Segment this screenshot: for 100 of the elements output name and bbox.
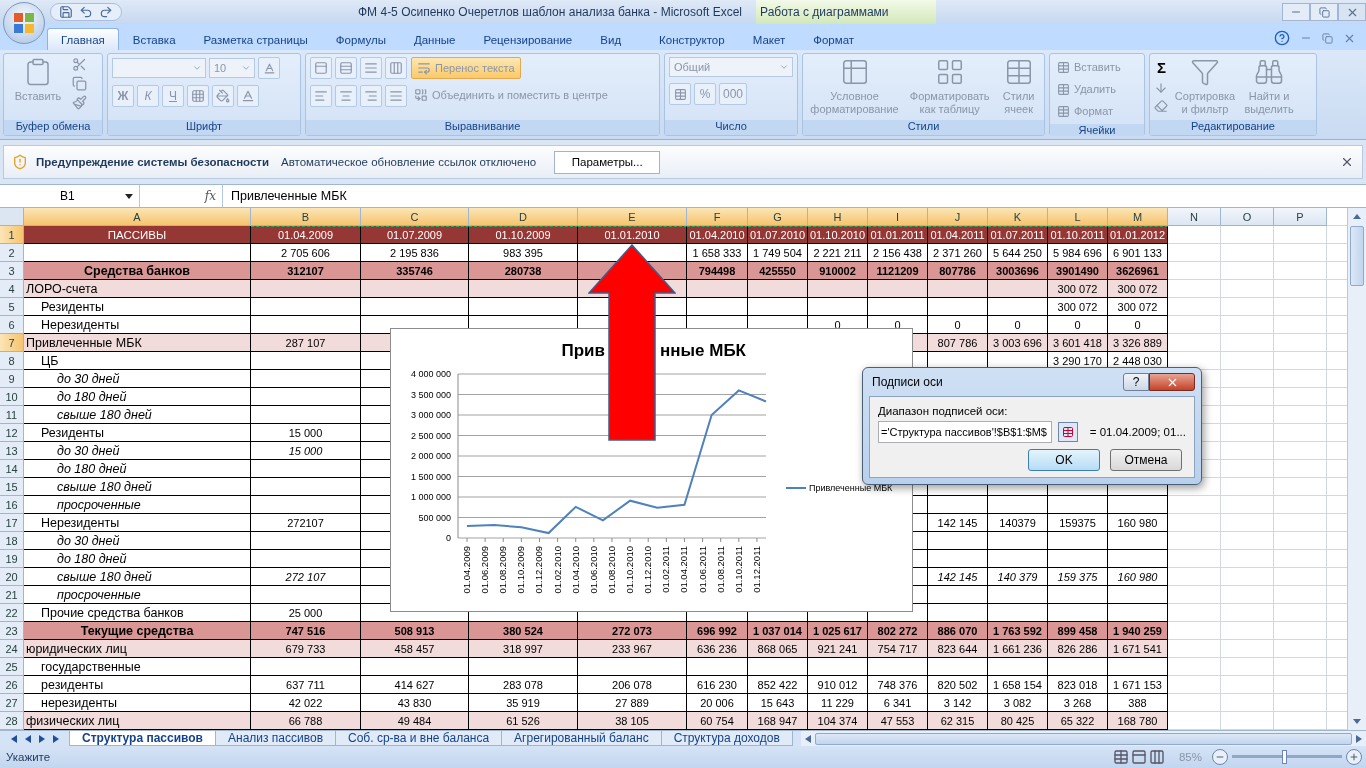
- dialog-button[interactable]: Отмена: [1110, 449, 1182, 471]
- row-header[interactable]: 12: [0, 424, 24, 442]
- vertical-scrollbar[interactable]: [1347, 208, 1366, 730]
- select-all-button[interactable]: [0, 208, 24, 226]
- row-header[interactable]: 16: [0, 496, 24, 514]
- ribbon-tab[interactable]: Макет: [738, 28, 800, 50]
- table-cell: 272 107: [251, 568, 361, 586]
- ribbon-tab[interactable]: Разметка страницы: [189, 28, 322, 50]
- row-header[interactable]: 21: [0, 586, 24, 604]
- minimize-button[interactable]: [1282, 3, 1310, 21]
- row-header[interactable]: 19: [0, 550, 24, 568]
- row-header[interactable]: 26: [0, 676, 24, 694]
- column-header[interactable]: P: [1274, 208, 1327, 226]
- row-header[interactable]: 20: [0, 568, 24, 586]
- close-button[interactable]: [1149, 373, 1195, 391]
- merge-icon: [414, 88, 428, 102]
- row-header[interactable]: 10: [0, 388, 24, 406]
- insert-function-button[interactable]: fx: [204, 189, 216, 203]
- normal-view-icon[interactable]: [1112, 749, 1129, 765]
- table-cell: 1 749 504: [748, 244, 808, 262]
- table-cell: Текущие средства: [24, 622, 251, 640]
- name-box[interactable]: B1: [0, 185, 140, 207]
- row-header[interactable]: 28: [0, 712, 24, 730]
- ribbon-tab[interactable]: Формат: [799, 28, 869, 50]
- restore-button[interactable]: [1310, 3, 1338, 21]
- table-cell: 300 072: [1108, 298, 1168, 316]
- column-header[interactable]: J: [928, 208, 988, 226]
- ribbon-tab[interactable]: Вид: [586, 28, 636, 50]
- ribbon-tab[interactable]: Вставка: [118, 28, 190, 50]
- row-header[interactable]: 9: [0, 370, 24, 388]
- row-header[interactable]: 24: [0, 640, 24, 658]
- page-break-icon[interactable]: [1148, 749, 1165, 765]
- ribbon-tab[interactable]: Формулы: [321, 28, 400, 50]
- ribbon-tab[interactable]: Конструктор: [645, 28, 739, 50]
- row-header[interactable]: 8: [0, 352, 24, 370]
- sheet-tab[interactable]: Анализ пассивов: [215, 731, 336, 746]
- range-field[interactable]: ='Структура пассивов'!$B$1:$M$: [878, 421, 1053, 443]
- column-header[interactable]: K: [988, 208, 1048, 226]
- restore-icon[interactable]: [1322, 32, 1333, 44]
- column-header[interactable]: L: [1048, 208, 1108, 226]
- column-header[interactable]: B: [251, 208, 361, 226]
- ribbon-tab[interactable]: Рецензирование: [469, 28, 587, 50]
- column-header[interactable]: I: [868, 208, 928, 226]
- scroll-thumb[interactable]: [814, 732, 1352, 745]
- column-header[interactable]: D: [469, 208, 578, 226]
- sheet-tab[interactable]: Соб. ср-ва и вне баланса: [335, 731, 503, 746]
- column-header[interactable]: F: [687, 208, 748, 226]
- row-header[interactable]: 13: [0, 442, 24, 460]
- table-cell: 160 980: [1108, 514, 1168, 532]
- row-header[interactable]: 27: [0, 694, 24, 712]
- redo-icon[interactable]: [99, 5, 113, 19]
- help-button[interactable]: ?: [1123, 373, 1149, 391]
- font-color-icon: [241, 89, 255, 103]
- row-header[interactable]: 4: [0, 280, 24, 298]
- column-header[interactable]: C: [361, 208, 469, 226]
- row-header[interactable]: 15: [0, 478, 24, 496]
- zoom-in-button[interactable]: [1346, 749, 1362, 765]
- help-icon[interactable]: [1274, 30, 1290, 46]
- formula-field[interactable]: Привлеченные МБК: [222, 185, 1366, 207]
- horizontal-scrollbar[interactable]: [800, 731, 1366, 746]
- dialog-button[interactable]: OK: [1028, 449, 1100, 471]
- scroll-thumb[interactable]: [1350, 226, 1364, 286]
- collapse-dialog-button[interactable]: [1058, 422, 1078, 442]
- table-cell: 287 107: [251, 334, 361, 352]
- table-cell: 0: [988, 316, 1048, 334]
- sheet-tab[interactable]: Агрегированный баланс: [501, 731, 662, 746]
- sheet-tab[interactable]: Структура доходов: [660, 731, 793, 746]
- sheet-tab[interactable]: Структура пассивов: [69, 731, 216, 746]
- row-header[interactable]: 5: [0, 298, 24, 316]
- column-header[interactable]: M: [1108, 208, 1168, 226]
- row-header[interactable]: 25: [0, 658, 24, 676]
- row-header[interactable]: 11: [0, 406, 24, 424]
- row-header[interactable]: 3: [0, 262, 24, 280]
- row-header[interactable]: 18: [0, 532, 24, 550]
- row-header[interactable]: 1: [0, 226, 24, 244]
- row-header[interactable]: 6: [0, 316, 24, 334]
- ribbon-tab[interactable]: Главная: [47, 28, 119, 50]
- row-header[interactable]: 23: [0, 622, 24, 640]
- row-header[interactable]: 22: [0, 604, 24, 622]
- column-header[interactable]: E: [578, 208, 687, 226]
- undo-icon[interactable]: [79, 5, 93, 19]
- office-button[interactable]: [3, 2, 45, 44]
- row-header[interactable]: 17: [0, 514, 24, 532]
- save-icon[interactable]: [59, 5, 73, 19]
- column-header[interactable]: G: [748, 208, 808, 226]
- column-header[interactable]: N: [1168, 208, 1221, 226]
- axis-label: 01.12.2011: [750, 546, 762, 593]
- column-header[interactable]: A: [24, 208, 251, 226]
- column-header[interactable]: H: [808, 208, 868, 226]
- row-header[interactable]: 2: [0, 244, 24, 262]
- column-header[interactable]: O: [1221, 208, 1274, 226]
- row-header[interactable]: 14: [0, 460, 24, 478]
- zoom-out-button[interactable]: [1212, 749, 1228, 765]
- row-header[interactable]: 7: [0, 334, 24, 352]
- slider-thumb[interactable]: [1281, 750, 1287, 764]
- page-layout-icon[interactable]: [1130, 749, 1147, 765]
- close-icon[interactable]: [1340, 155, 1354, 169]
- ribbon-tab[interactable]: Данные: [399, 28, 470, 50]
- close-button[interactable]: [1338, 3, 1366, 21]
- options-button[interactable]: Параметры...: [554, 150, 661, 174]
